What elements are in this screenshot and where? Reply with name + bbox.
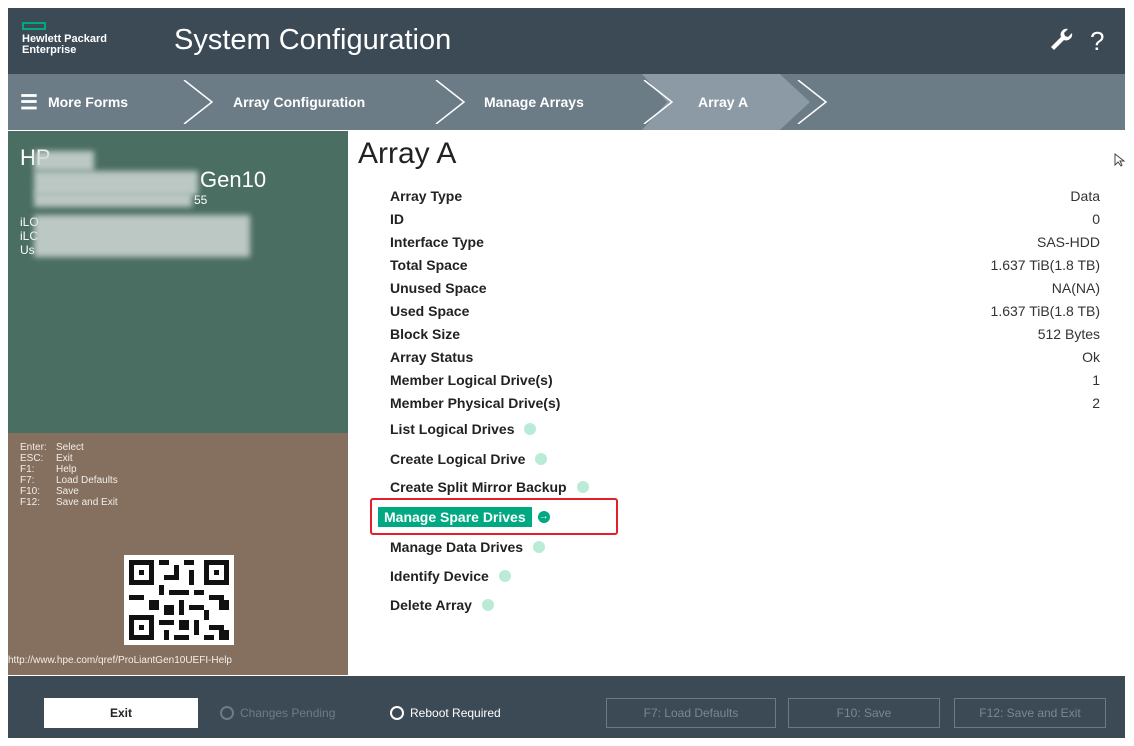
arrow-circle-icon bbox=[481, 599, 494, 611]
redacted-block bbox=[34, 193, 192, 207]
more-forms-button[interactable]: ☰ More Forms bbox=[20, 74, 128, 130]
wrench-icon[interactable] bbox=[1048, 26, 1074, 58]
arrow-circle-icon bbox=[535, 453, 548, 465]
title-bar: Hewlett Packard Enterprise System Config… bbox=[8, 8, 1125, 74]
property-row-block-size: Block Size 512 Bytes bbox=[390, 326, 1100, 342]
more-forms-label: More Forms bbox=[47, 94, 129, 110]
property-row-total-space: Total Space 1.637 TiB(1.8 TB) bbox=[390, 257, 1100, 273]
footer-bar: Exit Changes Pending Reboot Required F7:… bbox=[8, 676, 1125, 738]
hamburger-icon: ☰ bbox=[20, 91, 38, 114]
exit-button[interactable]: Exit bbox=[44, 698, 198, 728]
manage-spare-drives-link[interactable]: Manage Spare Drives → bbox=[378, 507, 550, 527]
breadcrumb: ☰ More Forms Array Configuration Manage … bbox=[8, 74, 1125, 130]
brand-line2: Enterprise bbox=[22, 44, 77, 56]
key-help-row: ESC: Exit bbox=[20, 453, 73, 464]
property-row-interface-type: Interface Type SAS-HDD bbox=[390, 234, 1100, 250]
main-content: Array A Array Type Data ID 0 Interface Typ… bbox=[348, 131, 1126, 675]
identify-device-link[interactable]: Identify Device bbox=[390, 568, 511, 584]
key-help-row: F1: Help bbox=[20, 464, 77, 475]
redacted-block bbox=[34, 215, 250, 257]
arrow-circle-icon bbox=[498, 570, 511, 582]
breadcrumb-item-manage-arrays[interactable]: Manage Arrays bbox=[484, 74, 584, 130]
arrow-circle-icon bbox=[524, 423, 537, 435]
property-row-array-type: Array Type Data bbox=[390, 188, 1100, 204]
list-logical-drives-link[interactable]: List Logical Drives bbox=[390, 421, 537, 437]
keyboard-help-panel: Enter: Select ESC: Exit F1: Help F7: Load De… bbox=[8, 433, 348, 675]
reboot-required-label: Reboot Required bbox=[410, 706, 501, 720]
redacted-block bbox=[34, 171, 198, 195]
property-row-id: ID 0 bbox=[390, 211, 1100, 227]
load-defaults-button[interactable]: F7: Load Defaults bbox=[606, 698, 776, 728]
breadcrumb-item-array-a[interactable]: Array A bbox=[698, 74, 748, 130]
property-row-member-physical: Member Physical Drive(s) 2 bbox=[390, 395, 1100, 411]
arrow-circle-icon bbox=[576, 481, 589, 493]
delete-array-link[interactable]: Delete Array bbox=[390, 597, 494, 613]
help-icon[interactable]: ? bbox=[1090, 26, 1104, 56]
mouse-cursor-icon bbox=[1114, 153, 1126, 167]
arrow-circle-icon: → bbox=[537, 511, 550, 523]
changes-pending-label: Changes Pending bbox=[240, 706, 336, 720]
key-help-row: Enter: Select bbox=[20, 442, 84, 453]
key-help-row: F7: Load Defaults bbox=[20, 475, 118, 486]
server-serial: 55 bbox=[194, 193, 208, 207]
brand-logo: Hewlett Packard Enterprise bbox=[22, 34, 152, 56]
chevron-right-icon bbox=[435, 80, 466, 124]
changes-pending-indicator: Changes Pending bbox=[220, 698, 335, 728]
user-line: Us bbox=[20, 243, 35, 257]
arrow-circle-icon bbox=[533, 541, 546, 553]
key-help-row: F12: Save and Exit bbox=[20, 497, 118, 508]
help-url: http://www.hpe.com/qref/ProLiantGen10UEF… bbox=[8, 655, 232, 666]
property-row-used-space: Used Space 1.637 TiB(1.8 TB) bbox=[390, 303, 1100, 319]
page-title: Array A bbox=[358, 137, 457, 170]
system-info-panel: HP Gen10 55 iLO iLC Us bbox=[8, 131, 348, 433]
qr-code bbox=[124, 555, 234, 645]
save-and-exit-button[interactable]: F12: Save and Exit bbox=[954, 698, 1106, 728]
server-model: Gen10 bbox=[200, 167, 267, 192]
chevron-right-icon bbox=[183, 80, 214, 124]
property-row-member-logical: Member Logical Drive(s) 1 bbox=[390, 372, 1100, 388]
create-split-mirror-backup-link[interactable]: Create Split Mirror Backup bbox=[390, 479, 589, 495]
redacted-block bbox=[34, 151, 94, 171]
chevron-right-icon bbox=[643, 80, 674, 124]
breadcrumb-item-array-configuration[interactable]: Array Configuration bbox=[233, 74, 365, 130]
reboot-required-indicator: Reboot Required bbox=[390, 698, 501, 728]
bios-window: Hewlett Packard Enterprise System Config… bbox=[0, 0, 1134, 746]
key-help-row: F10: Save bbox=[20, 486, 79, 497]
app-title: System Configuration bbox=[174, 24, 452, 56]
create-logical-drive-link[interactable]: Create Logical Drive bbox=[390, 451, 548, 467]
hpe-logo-icon bbox=[22, 22, 46, 30]
radio-ring-icon bbox=[220, 706, 234, 720]
radio-ring-icon bbox=[390, 706, 404, 720]
property-row-array-status: Array Status Ok bbox=[390, 349, 1100, 365]
property-row-unused-space: Unused Space NA(NA) bbox=[390, 280, 1100, 296]
manage-data-drives-link[interactable]: Manage Data Drives bbox=[390, 539, 546, 555]
save-button[interactable]: F10: Save bbox=[788, 698, 940, 728]
chevron-right-icon bbox=[797, 80, 828, 124]
